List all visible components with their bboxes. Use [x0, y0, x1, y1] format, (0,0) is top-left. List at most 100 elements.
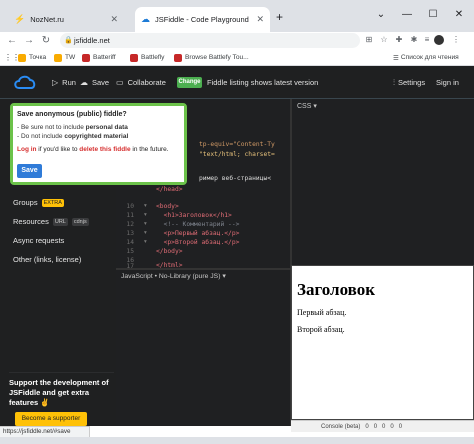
line-number: 13	[126, 230, 134, 237]
support-text: Support the development of JSFiddle and …	[9, 378, 109, 407]
bookmark-battlefly[interactable]: Battlefly	[130, 51, 164, 64]
window-close-button[interactable]: ✕	[450, 8, 468, 22]
maximize-button[interactable]: ☐	[424, 8, 442, 22]
popup-warning-personal: - Be sure not to include personal data	[17, 124, 128, 131]
reading-list-icon: ☰	[393, 54, 399, 62]
code-line: ример веб-страницы<	[199, 175, 272, 182]
collaborate-button[interactable]: ▭ Collaborate	[116, 66, 166, 99]
sign-in-link[interactable]: Sign in	[436, 66, 459, 99]
bars-icon: ⫶	[393, 77, 395, 87]
new-tab-button[interactable]: +	[276, 10, 283, 24]
window-bottom-frame	[0, 437, 474, 444]
forward-arrow-icon[interactable]: →	[22, 32, 36, 50]
js-editor[interactable]	[116, 270, 290, 426]
sidebar-item-resources[interactable]: Resources URL cdnjs	[13, 217, 89, 226]
tab-search-icon[interactable]: ⌄	[372, 8, 390, 22]
login-link[interactable]: Log in	[17, 146, 37, 153]
cdnjs-tag[interactable]: cdnjs	[71, 217, 89, 226]
console-bar[interactable]: Console (beta) 0 0 0 0 0	[291, 420, 474, 432]
reading-list[interactable]: ☰ Список для чтения	[393, 51, 459, 64]
tab-noznet[interactable]: ⚡ NozNet.ru ✕	[8, 7, 124, 32]
tab-title: JSFiddle - Code Playground	[155, 15, 249, 24]
jsfiddle-favicon-icon: ☁	[141, 14, 150, 24]
line-number: 12	[126, 221, 134, 228]
save-button[interactable]: ☁ Save	[80, 66, 109, 99]
bookmark-tw[interactable]: TW	[54, 51, 75, 64]
result-paragraph-2: Второй абзац.	[297, 325, 345, 334]
lightning-icon: ⚡	[14, 14, 26, 24]
popup-save-button[interactable]: Save	[17, 164, 42, 178]
fold-arrow-icon[interactable]: ▾	[144, 230, 147, 236]
lock-icon: 🔒	[64, 37, 73, 44]
translate-icon[interactable]: ⊞	[363, 34, 375, 46]
listing-text: Fiddle listing shows latest version	[207, 78, 319, 87]
code-line: <!-- Комментарий -->	[156, 221, 240, 228]
code-line: <p>Первый абзац.</p>	[156, 230, 240, 237]
fold-arrow-icon[interactable]: ▾	[144, 203, 147, 209]
code-line: <p>Второй абзац.</p>	[156, 239, 240, 246]
css-editor[interactable]	[292, 99, 474, 269]
extra-badge: EXTRA	[41, 198, 64, 207]
reload-icon[interactable]: ↻	[39, 32, 53, 50]
change-badge[interactable]: Change	[177, 77, 202, 88]
status-url: https://jsfiddle.net/#save	[0, 426, 90, 437]
bookmark-tochka[interactable]: Точка	[18, 51, 46, 64]
site-icon	[130, 53, 138, 62]
caret-down-icon: ▾	[222, 273, 226, 280]
star-icon[interactable]: ☆	[378, 34, 390, 46]
line-number: 15	[126, 248, 134, 255]
console-label[interactable]: Console (beta)	[321, 424, 360, 430]
become-supporter-button[interactable]: Become a supporter	[15, 412, 87, 426]
code-line: "text/html; charset=	[199, 151, 275, 158]
code-line: <h1>Заголовок</h1>	[156, 212, 232, 219]
back-arrow-icon[interactable]: ←	[5, 32, 19, 50]
address-bar[interactable]: 🔒 jsfiddle.net	[60, 33, 360, 48]
url-text: jsfiddle.net	[74, 36, 110, 45]
popup-title: Save anonymous (public) fiddle?	[17, 111, 127, 118]
close-icon[interactable]: ✕	[256, 14, 264, 25]
sidebar-item-other[interactable]: Other (links, license)	[13, 255, 81, 264]
play-icon: ▷	[52, 78, 59, 87]
sidebar-item-async-requests[interactable]: Async requests	[13, 236, 64, 245]
line-number: 10	[126, 203, 134, 210]
code-line: tp-equiv="Content-Ty	[199, 141, 275, 148]
menu-icon[interactable]: ⋮	[450, 34, 462, 46]
chat-icon: ▭	[116, 78, 124, 87]
result-paragraph-1: Первый абзац.	[297, 308, 347, 317]
jsfiddle-logo-icon[interactable]	[13, 73, 37, 91]
fold-arrow-icon[interactable]: ▾	[144, 221, 147, 227]
code-line: </html>	[156, 262, 183, 269]
url-tag[interactable]: URL	[52, 217, 68, 226]
bookmark-batteriff[interactable]: Batteriff	[82, 51, 116, 64]
log-count: 0	[390, 423, 394, 430]
divider	[9, 372, 114, 373]
popup-login-text: Log in if you'd like to delete this fidd…	[17, 146, 169, 153]
tab-jsfiddle[interactable]: ☁ JSFiddle - Code Playground ✕	[135, 7, 270, 32]
puzzle-icon[interactable]: ✱	[408, 34, 420, 46]
debug-count: 0	[398, 423, 403, 430]
close-icon[interactable]: ✕	[110, 14, 118, 25]
fold-arrow-icon[interactable]: ▾	[144, 239, 147, 245]
cloud-upload-icon: ☁	[80, 78, 88, 87]
extension-icon[interactable]: ✚	[393, 34, 405, 46]
run-button[interactable]: ▷ Run	[52, 66, 76, 99]
info-count: 0	[382, 423, 386, 430]
folder-icon	[54, 53, 62, 62]
popup-warning-copyright: - Do not include copyrighted material	[17, 133, 129, 140]
settings-button[interactable]: ⫶ Settings	[393, 66, 425, 99]
tab-title: NozNet.ru	[30, 15, 64, 24]
minimize-button[interactable]: —	[398, 8, 416, 22]
site-icon	[82, 53, 90, 62]
warning-count: 0	[373, 423, 378, 430]
code-line: </body>	[156, 248, 183, 255]
line-number: 14	[126, 239, 134, 246]
bookmark-browse-battlefy[interactable]: Browse Battlefy Tou...	[174, 51, 249, 64]
sidebar-item-groups[interactable]: Groups EXTRA	[13, 198, 64, 207]
avatar[interactable]	[434, 35, 444, 45]
css-panel-label[interactable]: CSS ▾	[297, 102, 317, 110]
media-icon[interactable]: ≡	[421, 34, 433, 46]
code-line: </head>	[156, 186, 183, 193]
fold-arrow-icon[interactable]: ▾	[144, 212, 147, 218]
js-panel-label[interactable]: JavaScript • No-Library (pure JS) ▾	[121, 272, 226, 280]
line-number: 11	[126, 212, 134, 219]
